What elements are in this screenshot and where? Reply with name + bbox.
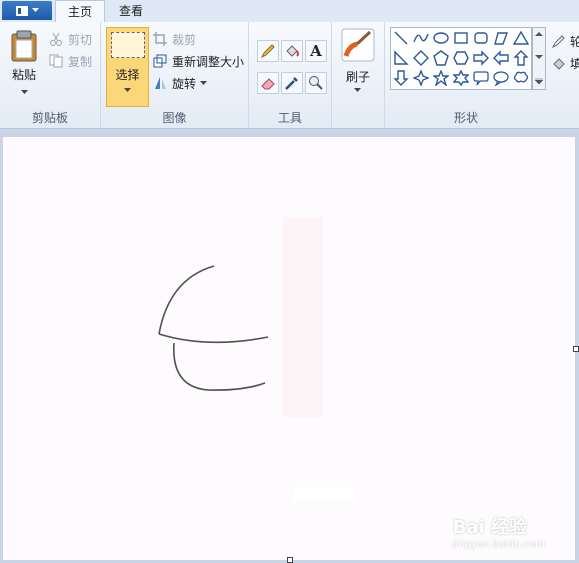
chevron-down-icon	[32, 8, 39, 12]
file-menu-button[interactable]	[2, 1, 52, 20]
copy-button[interactable]: 复制	[48, 51, 92, 71]
clipboard-group: 粘贴 剪切 复制 剪贴板	[0, 22, 101, 128]
four-point-star-shape-icon[interactable]	[412, 69, 430, 87]
five-point-star-shape-icon[interactable]	[432, 69, 450, 87]
scissors-icon	[48, 31, 64, 47]
tools-group: A 工具	[249, 22, 332, 128]
menu-icon	[16, 5, 28, 16]
crop-icon	[152, 31, 168, 47]
hexagon-shape-icon[interactable]	[452, 49, 470, 67]
clipboard-group-label: 剪贴板	[31, 111, 68, 125]
brush-icon	[341, 28, 375, 62]
fill-button[interactable]: 填	[552, 53, 579, 73]
copy-icon	[48, 53, 64, 69]
line-shape-icon[interactable]	[392, 29, 410, 47]
polygon-shape-icon[interactable]	[492, 29, 510, 47]
fill-icon	[552, 55, 566, 71]
resize-label: 重新调整大小	[172, 54, 245, 69]
resize-handle-right[interactable]	[573, 346, 579, 352]
paste-button[interactable]: 粘贴	[6, 28, 42, 104]
color-picker-icon[interactable]	[281, 72, 303, 94]
rectangle-shape-icon[interactable]	[452, 29, 470, 47]
shapes-scrollbar[interactable]	[532, 27, 546, 90]
chevron-down-icon	[124, 88, 131, 92]
fill-label: 填	[570, 56, 579, 71]
watermark: Bai 经验 jingyan.baidu.com	[453, 513, 545, 550]
magnifier-icon[interactable]	[305, 72, 327, 94]
chevron-down-icon	[354, 88, 361, 92]
canvas-area: Bai 经验 jingyan.baidu.com	[0, 129, 579, 563]
outline-button[interactable]: 轮	[552, 31, 579, 51]
tab-view[interactable]: 查看	[107, 0, 155, 22]
chevron-down-icon	[200, 80, 208, 85]
image-group: 选择 裁剪 重新调整大小 旋转 图像	[101, 22, 249, 128]
pentagon-shape-icon[interactable]	[432, 49, 450, 67]
drawing-canvas[interactable]: Bai 经验 jingyan.baidu.com	[3, 137, 575, 560]
clipboard-icon	[11, 30, 37, 62]
cut-button[interactable]: 剪切	[48, 29, 92, 49]
shapes-group: 形状	[385, 22, 547, 128]
oval-callout-shape-icon[interactable]	[492, 69, 510, 87]
right-triangle-shape-icon[interactable]	[392, 49, 410, 67]
brushes-group: 刷子	[332, 22, 385, 128]
rotate-label: 旋转	[172, 76, 197, 91]
oval-shape-icon[interactable]	[432, 29, 450, 47]
shapes-group-label: 形状	[453, 111, 478, 125]
copy-label: 复制	[68, 54, 93, 69]
mushroom-drawing	[158, 217, 355, 501]
brushes-button[interactable]: 刷子	[339, 28, 377, 106]
up-arrow-shape-icon[interactable]	[512, 49, 530, 67]
triangle-shape-icon[interactable]	[512, 29, 530, 47]
resize-icon	[152, 53, 168, 69]
crop-label: 裁剪	[172, 32, 197, 47]
six-point-star-shape-icon[interactable]	[452, 69, 470, 87]
cloud-callout-shape-icon[interactable]	[512, 69, 530, 87]
shapes-gallery	[390, 27, 532, 90]
resize-handle-bottom[interactable]	[287, 557, 293, 563]
right-arrow-shape-icon[interactable]	[472, 49, 490, 67]
fill-bucket-icon[interactable]	[281, 40, 303, 62]
resize-button[interactable]: 重新调整大小	[152, 51, 244, 71]
pencil-icon[interactable]	[257, 40, 279, 62]
image-group-label: 图像	[162, 111, 187, 125]
select-button[interactable]: 选择	[106, 27, 149, 107]
crop-button[interactable]: 裁剪	[152, 29, 196, 49]
expand-gallery-icon	[535, 78, 543, 84]
watermark-brand: Bai 经验	[452, 517, 528, 538]
rotate-icon	[152, 75, 168, 91]
left-arrow-shape-icon[interactable]	[492, 49, 510, 67]
select-rect-icon	[111, 32, 145, 58]
brushes-label: 刷子	[345, 70, 370, 84]
outline-label: 轮	[570, 34, 579, 49]
select-label: 选择	[115, 68, 140, 82]
curve-shape-icon[interactable]	[412, 29, 430, 47]
text-icon[interactable]: A	[305, 40, 327, 62]
chevron-down-icon	[21, 90, 28, 94]
rounded-rectangle-shape-icon[interactable]	[472, 29, 490, 47]
ribbon-tab-bar: 主页 查看	[0, 0, 579, 24]
paste-label: 粘贴	[11, 68, 36, 82]
cut-label: 剪切	[68, 32, 93, 47]
diamond-shape-icon[interactable]	[412, 49, 430, 67]
down-arrow-shape-icon[interactable]	[392, 69, 410, 87]
tab-home[interactable]: 主页	[55, 0, 106, 24]
watermark-url: jingyan.baidu.com	[452, 539, 545, 550]
chevron-down-icon	[535, 55, 543, 59]
eraser-icon[interactable]	[257, 72, 279, 94]
chevron-up-icon	[535, 32, 543, 36]
outline-pen-icon	[552, 33, 566, 49]
rounded-callout-shape-icon[interactable]	[472, 69, 490, 87]
rotate-button[interactable]: 旋转	[152, 73, 208, 93]
ribbon: 粘贴 剪切 复制 剪贴板 选择 裁剪 重新调整大小 旋转 图像 A 工具 刷子 …	[0, 22, 579, 129]
tools-group-label: 工具	[277, 111, 302, 125]
